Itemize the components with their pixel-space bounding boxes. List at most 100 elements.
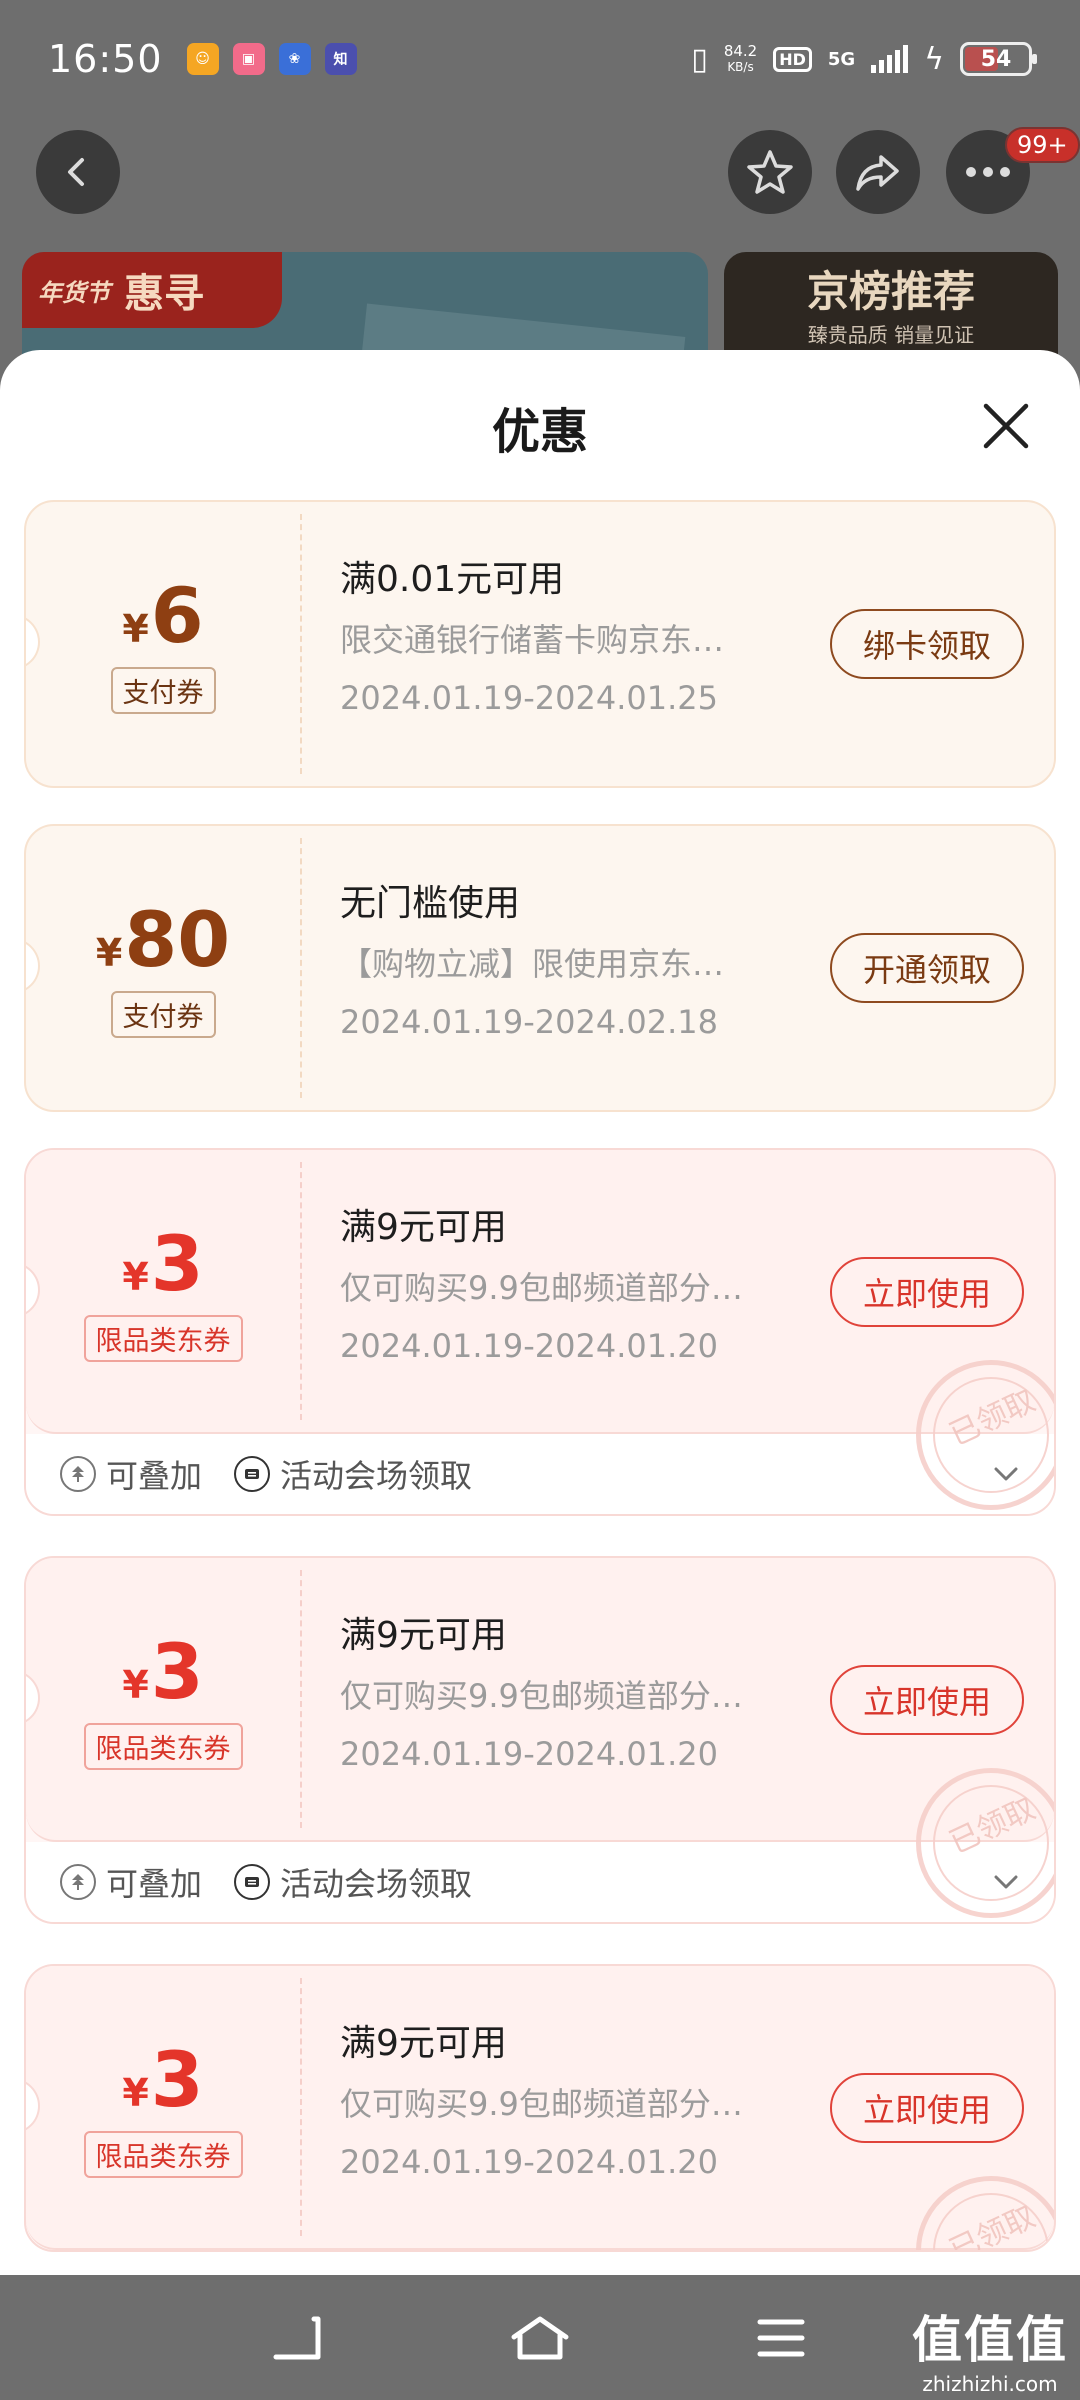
- coupon-card: ¥ 6 支付券 满0.01元可用 限交通银行储蓄卡购京东… 2024.01.19…: [24, 500, 1056, 788]
- status-time: 16:50: [48, 37, 163, 81]
- sheet-title: 优惠: [491, 404, 588, 460]
- feature-label: 活动会场领取: [280, 1865, 473, 1903]
- bind-card-claim-button[interactable]: 绑卡领取: [830, 609, 1024, 679]
- charging-icon: ϟ: [924, 41, 944, 77]
- coupon-type-tag: 支付券: [110, 990, 216, 1038]
- coupon-amount: ¥ 3: [122, 2034, 204, 2124]
- coupon-info: 满0.01元可用 限交通银行储蓄卡购京东… 2024.01.19-2024.01…: [340, 556, 820, 720]
- coupon-description[interactable]: 仅可购买9.9包邮频道部分…: [340, 2082, 820, 2126]
- zhihu-app-icon: 知: [324, 43, 357, 75]
- coupon-type-tag: 限品类东券: [83, 1722, 243, 1770]
- currency-symbol: ¥: [122, 1254, 149, 1299]
- share-icon: [856, 155, 899, 191]
- coupon-type-tag: 限品类东券: [83, 1314, 243, 1362]
- coupon-date-range: 2024.01.19-2024.01.20: [340, 1327, 718, 1365]
- claimed-stamp: 已领取: [916, 1768, 1054, 1918]
- coupon-condition: 满9元可用: [340, 2023, 507, 2064]
- currency-symbol: ¥: [122, 2070, 149, 2115]
- feature-source: 活动会场领取: [234, 1451, 472, 1497]
- use-now-button[interactable]: 立即使用: [830, 2073, 1024, 2143]
- currency-symbol: ¥: [122, 606, 149, 651]
- stack-icon: [60, 1864, 96, 1900]
- feature-stackable: 可叠加: [60, 1451, 202, 1497]
- close-button[interactable]: [978, 398, 1034, 454]
- coupon-card: ¥ 3 限品类东券 满9元可用 仅可购买9.9包邮频道部分… 2024.01.1…: [24, 1964, 1056, 2252]
- stamp-text: 已领取: [944, 2199, 1041, 2252]
- coupon-date-range: 2024.01.19-2024.01.20: [340, 1735, 718, 1773]
- status-bar: 16:50 ☺ ▣ ❀ 知 ▯ 84.2 KB/s HD 5G ϟ 54: [0, 0, 1080, 118]
- coupon-date-range: 2024.01.19-2024.01.20: [340, 2143, 718, 2181]
- watermark: 值值值 zhizhizhi.com: [912, 2300, 1068, 2396]
- share-button[interactable]: [836, 130, 920, 214]
- amount-value: 6: [150, 570, 204, 660]
- activate-claim-button[interactable]: 开通领取: [830, 933, 1024, 1003]
- banner-tag: 年货节 惠寻: [22, 252, 282, 328]
- stamp-text: 已领取: [944, 1383, 1041, 1454]
- vibrate-icon: ▯: [691, 41, 708, 77]
- coupon-card: ¥ 80 支付券 无门槛使用 【购物立减】限使用京东… 2024.01.19-2…: [24, 824, 1056, 1112]
- coupon-footer[interactable]: 可叠加 活动会场领取: [26, 1434, 1054, 1514]
- coupon-date-range: 2024.01.19-2024.02.18: [340, 1003, 718, 1041]
- coupon-info: 满9元可用 仅可购买9.9包邮频道部分… 2024.01.19-2024.01.…: [340, 2020, 820, 2184]
- signal-icon: [871, 45, 909, 73]
- back-icon: [68, 158, 84, 186]
- notification-icons: ☺ ▣ ❀ 知: [186, 43, 357, 75]
- coupon-condition: 无门槛使用: [340, 883, 521, 924]
- baidu-app-icon: ❀: [278, 43, 311, 75]
- status-right: ▯ 84.2 KB/s HD 5G ϟ 54: [691, 41, 1037, 77]
- stack-icon: [60, 1456, 96, 1492]
- battery-icon: 54: [960, 42, 1037, 76]
- watermark-url: zhizhizhi.com: [922, 2372, 1058, 2396]
- amount-value: 3: [150, 1218, 204, 1308]
- network-type: 5G: [827, 48, 856, 70]
- favorite-button[interactable]: [728, 130, 812, 214]
- feature-stackable: 可叠加: [60, 1859, 202, 1905]
- back-button[interactable]: [36, 130, 120, 214]
- coupon-description[interactable]: 仅可购买9.9包邮频道部分…: [340, 1266, 820, 1310]
- ticket-icon: [234, 1456, 271, 1492]
- coupon-condition: 满9元可用: [340, 1615, 507, 1656]
- coupon-main: ¥ 6 支付券 满0.01元可用 限交通银行储蓄卡购京东… 2024.01.19…: [26, 502, 1054, 786]
- claimed-stamp: 已领取: [916, 1360, 1054, 1510]
- coupon-sheet: 优惠 ¥ 6 支付券 满0.01元可用 限交通银行储蓄卡购京东… 2024.01…: [0, 350, 1080, 2275]
- notification-badge: 99+: [1005, 127, 1080, 163]
- coupon-main: ¥ 80 支付券 无门槛使用 【购物立减】限使用京东… 2024.01.19-2…: [26, 826, 1054, 1110]
- coupon-card: ¥ 3 限品类东券 满9元可用 仅可购买9.9包邮频道部分… 2024.01.1…: [24, 1556, 1056, 1924]
- coupon-main: ¥ 3 限品类东券 满9元可用 仅可购买9.9包邮频道部分… 2024.01.1…: [26, 1558, 1054, 1918]
- coupon-footer[interactable]: 可叠加 活动会场领取: [26, 1842, 1054, 1922]
- use-now-button[interactable]: 立即使用: [830, 1665, 1024, 1735]
- use-now-button[interactable]: 立即使用: [830, 1257, 1024, 1327]
- amount-value: 3: [150, 1626, 204, 1716]
- hd-icon: HD: [773, 46, 812, 72]
- star-icon: [747, 150, 793, 194]
- amount-value: 80: [124, 894, 231, 984]
- banner-right-title: 京榜推荐: [806, 267, 975, 316]
- coupon-amount: ¥ 80: [95, 894, 231, 984]
- currency-symbol: ¥: [122, 1662, 149, 1707]
- currency-symbol: ¥: [95, 930, 123, 975]
- claimed-stamp: 已领取: [916, 2176, 1054, 2252]
- feature-label: 可叠加: [106, 1865, 203, 1903]
- menu-nav-icon[interactable]: [756, 2313, 806, 2363]
- feature-source: 活动会场领取: [234, 1859, 472, 1905]
- coupon-amount-box: ¥ 80 支付券: [26, 826, 300, 1110]
- coupon-amount: ¥ 6: [122, 570, 204, 660]
- amount-value: 3: [150, 2034, 204, 2124]
- coupon-main: ¥ 3 限品类东券 满9元可用 仅可购买9.9包邮频道部分… 2024.01.1…: [26, 1150, 1054, 1510]
- coupon-amount: ¥ 3: [122, 1626, 204, 1716]
- ticket-icon: [234, 1864, 271, 1900]
- coupon-description[interactable]: 仅可购买9.9包邮频道部分…: [340, 1674, 820, 1718]
- home-nav-icon[interactable]: [508, 2313, 572, 2363]
- dashed-divider: [300, 514, 302, 774]
- coupon-amount-box: ¥ 3 限品类东券: [26, 1558, 300, 1842]
- coupon-date-range: 2024.01.19-2024.01.25: [340, 679, 718, 717]
- coupon-amount-box: ¥ 6 支付券: [26, 502, 300, 786]
- coupon-info: 满9元可用 仅可购买9.9包邮频道部分… 2024.01.19-2024.01.…: [340, 1612, 820, 1776]
- banner-right-subtitle: 臻贵品质 销量见证: [807, 323, 975, 347]
- back-nav-icon[interactable]: [270, 2313, 326, 2363]
- network-speed: 84.2 KB/s: [724, 43, 757, 75]
- coupon-description[interactable]: 限交通银行储蓄卡购京东…: [340, 618, 820, 662]
- coupon-condition: 满9元可用: [340, 1207, 507, 1248]
- more-icon: [966, 167, 1010, 177]
- coupon-description[interactable]: 【购物立减】限使用京东…: [340, 942, 820, 986]
